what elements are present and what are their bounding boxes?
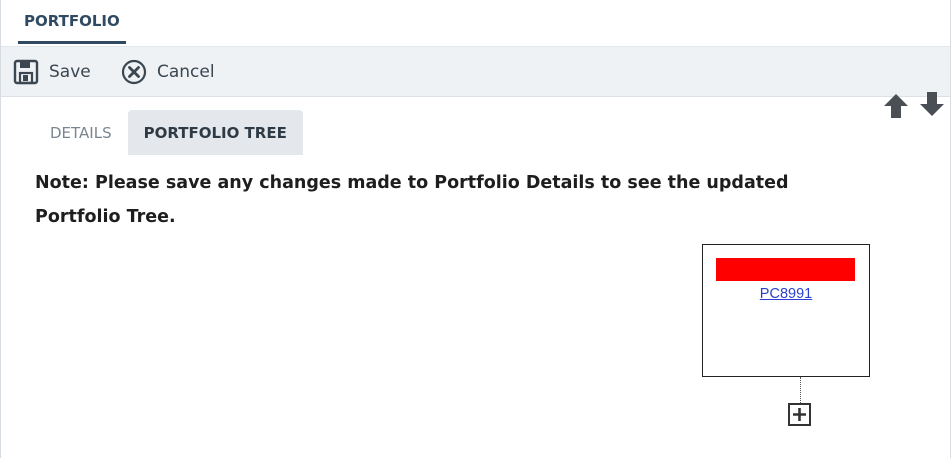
expand-node-button[interactable] (788, 403, 811, 426)
arrow-up-icon (883, 94, 909, 123)
floppy-disk-icon (13, 59, 39, 85)
circle-x-icon (121, 59, 147, 85)
save-button[interactable]: Save (13, 59, 91, 85)
portfolio-window: PORTFOLIO Save Cancel DETAILS PORTFOLIO … (0, 0, 951, 458)
tab-details[interactable]: DETAILS (34, 110, 128, 155)
page-title[interactable]: PORTFOLIO (18, 0, 126, 44)
save-note: Note: Please save any changes made to Po… (35, 173, 789, 227)
redacted-block (716, 258, 855, 281)
tree-node: PC8991 (702, 244, 870, 377)
tab-bar: DETAILS PORTFOLIO TREE (34, 110, 303, 155)
node-link[interactable]: PC8991 (703, 286, 869, 302)
move-up-button[interactable] (883, 93, 913, 119)
plus-square-icon (788, 403, 811, 430)
toolbar: Save Cancel (1, 47, 950, 118)
cancel-label: Cancel (157, 62, 215, 82)
arrow-down-icon (919, 92, 945, 121)
tab-portfolio-tree[interactable]: PORTFOLIO TREE (127, 110, 303, 155)
tree-connector (800, 377, 801, 403)
save-label: Save (49, 62, 91, 82)
cancel-button[interactable]: Cancel (121, 59, 215, 85)
top-header: PORTFOLIO (1, 0, 950, 47)
move-down-button[interactable] (919, 91, 949, 117)
